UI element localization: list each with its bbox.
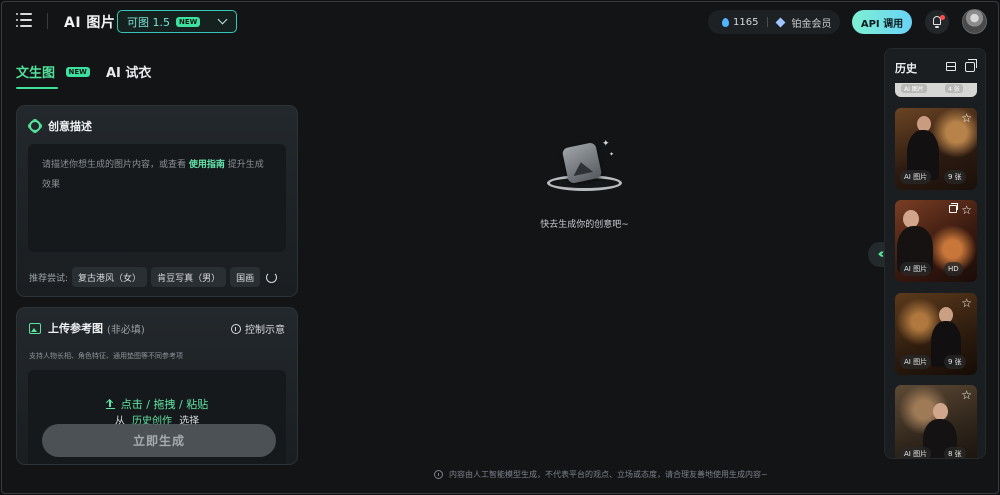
copy-icon[interactable] bbox=[949, 203, 958, 213]
disclaimer-text: 内容由人工智能模型生成，不代表平台的观点、立场或态度，请合理友善地使用生成内容~ bbox=[449, 470, 768, 479]
divider bbox=[47, 13, 48, 29]
top-bar: AI 图片 可图 1.5 NEW 1165 铂金会员 API 调用 bbox=[2, 2, 998, 40]
upload-text: 点击 / 拖拽 / 粘贴 bbox=[120, 398, 209, 411]
control-hint-label: 控制示意 bbox=[245, 325, 285, 336]
card-subtitle: (非必填) bbox=[107, 324, 145, 336]
app-window: AI 图片 可图 1.5 NEW 1165 铂金会员 API 调用 文生图 NE… bbox=[1, 1, 999, 494]
history-count-tag: HD bbox=[944, 262, 963, 276]
generate-button[interactable]: 立即生成 bbox=[42, 424, 276, 457]
history-tag: AI 图片 bbox=[901, 84, 927, 93]
new-badge: NEW bbox=[65, 67, 90, 77]
avatar[interactable] bbox=[962, 9, 987, 34]
suggest-label: 推荐尝试: bbox=[29, 273, 69, 284]
credits-amount: 1165 bbox=[733, 16, 759, 28]
menu-icon[interactable] bbox=[16, 13, 32, 27]
suggestion-row: 推荐尝试: 复古港风（女） 肯豆写真（男） 国画 bbox=[29, 267, 278, 287]
copy-icon[interactable] bbox=[965, 59, 977, 72]
star-icon[interactable]: ☆ bbox=[961, 204, 972, 216]
tab-ai-tryon[interactable]: AI 试衣 bbox=[106, 62, 151, 81]
layers-icon[interactable] bbox=[946, 62, 956, 72]
history-item[interactable]: ☆ AI 图片 HD bbox=[895, 200, 977, 282]
history-type-tag: AI 图片 bbox=[900, 355, 932, 369]
sparkle-icon: ✦ bbox=[609, 151, 615, 158]
history-tag: 4 张 bbox=[945, 84, 963, 93]
model-select[interactable]: 可图 1.5 NEW bbox=[117, 10, 237, 33]
history-type-tag: AI 图片 bbox=[900, 447, 932, 458]
notification-dot bbox=[940, 15, 945, 20]
diamond-icon bbox=[776, 17, 786, 27]
api-button[interactable]: API 调用 bbox=[852, 10, 912, 34]
credit-drop-icon bbox=[722, 17, 729, 27]
tab-label: 文生图 bbox=[16, 66, 56, 81]
divider bbox=[767, 17, 769, 27]
suggestion-chip[interactable]: 国画 bbox=[230, 267, 261, 287]
image-icon bbox=[29, 322, 41, 334]
history-item[interactable]: ☆ AI 图片 9 张 bbox=[895, 108, 977, 190]
credits-pill[interactable]: 1165 铂金会员 bbox=[708, 10, 840, 34]
footer-disclaimer: 内容由人工智能模型生成，不代表平台的观点、立场或态度，请合理友善地使用生成内容~ bbox=[434, 469, 768, 480]
history-panel: 历史 AI 图片 4 张 ☆ AI 图片 9 张 ☆ AI 图片 HD ☆ AI… bbox=[884, 48, 986, 459]
upload-prompt: 点击 / 拖拽 / 粘贴 bbox=[28, 396, 286, 412]
sparkle-icon: ✦ bbox=[602, 139, 610, 149]
empty-state-text: 快去生成你的创意吧~ bbox=[540, 220, 629, 230]
double-chevron-left-icon: ‹‹ bbox=[877, 247, 884, 262]
info-icon bbox=[231, 323, 241, 334]
tab-text-to-image[interactable]: 文生图 NEW bbox=[16, 62, 90, 81]
new-badge: NEW bbox=[176, 16, 201, 27]
refresh-icon[interactable] bbox=[266, 271, 278, 283]
notification-button[interactable] bbox=[925, 10, 949, 34]
history-type-tag: AI 图片 bbox=[900, 262, 932, 276]
sun-icon bbox=[29, 120, 41, 132]
card-title: 创意描述 bbox=[48, 120, 92, 133]
suggestion-chip[interactable]: 肯豆写真（男） bbox=[151, 267, 227, 287]
active-tab-indicator bbox=[16, 87, 58, 89]
star-icon[interactable]: ☆ bbox=[961, 297, 972, 309]
history-list[interactable]: AI 图片 4 张 ☆ AI 图片 9 张 ☆ AI 图片 HD ☆ AI 图片… bbox=[895, 83, 978, 458]
membership-label: 铂金会员 bbox=[791, 18, 832, 30]
upload-icon bbox=[105, 400, 115, 409]
history-type-tag: AI 图片 bbox=[900, 170, 932, 184]
history-count-tag: 9 张 bbox=[944, 355, 966, 369]
history-count-tag: 8 张 bbox=[944, 447, 966, 458]
card-title: 上传参考图 bbox=[48, 322, 103, 335]
model-label: 可图 1.5 bbox=[127, 15, 170, 29]
app-title: AI 图片 bbox=[64, 15, 116, 31]
star-icon[interactable]: ☆ bbox=[961, 389, 972, 401]
prompt-card: 创意描述 请描述你想生成的图片内容，或查看 使用指南 提升生成效果 推荐尝试: … bbox=[16, 105, 298, 297]
suggestion-chip[interactable]: 复古港风（女） bbox=[72, 267, 148, 287]
control-hint-button[interactable]: 控制示意 bbox=[231, 321, 285, 336]
star-icon[interactable]: ☆ bbox=[961, 112, 972, 124]
empty-state-illustration: ✦ ✦ bbox=[547, 140, 625, 198]
history-item[interactable]: ☆ AI 图片 9 张 bbox=[895, 293, 977, 375]
prompt-textarea[interactable]: 请描述你想生成的图片内容，或查看 使用指南 提升生成效果 bbox=[28, 144, 286, 252]
info-icon bbox=[434, 470, 443, 479]
chevron-down-icon bbox=[217, 14, 228, 25]
image-placeholder-icon bbox=[561, 141, 603, 185]
history-item-partial[interactable]: AI 图片 4 张 bbox=[895, 83, 977, 97]
guide-link[interactable]: 使用指南 bbox=[189, 160, 225, 170]
reference-description: 支持人物长相、角色特征、通用垫图等不同参考项 bbox=[29, 352, 183, 360]
history-item[interactable]: ☆ AI 图片 8 张 bbox=[895, 385, 977, 458]
history-title: 历史 bbox=[895, 62, 917, 75]
history-count-tag: 9 张 bbox=[944, 170, 966, 184]
prompt-placeholder: 请描述你想生成的图片内容，或查看 bbox=[42, 160, 187, 170]
